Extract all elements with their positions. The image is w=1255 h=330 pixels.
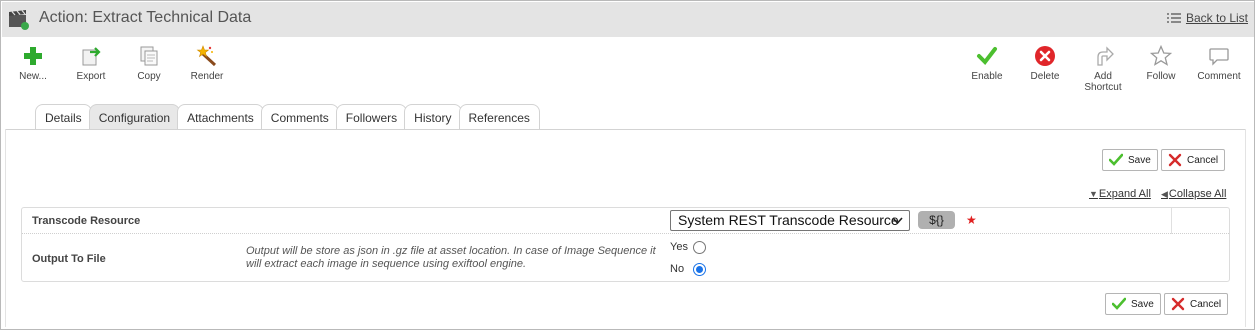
yes-option-label: Yes	[670, 241, 688, 253]
collapse-arrow-icon: ◀	[1161, 189, 1168, 199]
tab-configuration[interactable]: Configuration	[88, 104, 181, 130]
tab-references[interactable]: References	[458, 104, 540, 130]
enable-button[interactable]: Enable	[957, 45, 1017, 82]
export-label: Export	[76, 71, 106, 82]
transcode-resource-select[interactable]: System REST Transcode Resource	[670, 210, 910, 231]
cancel-label: Cancel	[1190, 298, 1222, 310]
expand-arrow-icon: ▼	[1089, 189, 1098, 199]
plus-icon	[24, 47, 42, 65]
title-bar: Action: Extract Technical Data Back to L…	[2, 2, 1254, 37]
add-shortcut-button[interactable]: Add Shortcut	[1073, 45, 1133, 93]
action-clapper-icon	[9, 10, 29, 30]
follow-label: Follow	[1146, 71, 1176, 82]
collapse-all-link[interactable]: ◀Collapse All	[1161, 188, 1226, 200]
configuration-form: Transcode Resource System REST Transcode…	[21, 207, 1230, 282]
collapse-all-label: Collapse All	[1168, 188, 1227, 200]
star-icon	[1150, 45, 1172, 66]
expand-all-label: Expand All	[1098, 188, 1151, 200]
tab-comments[interactable]: Comments	[260, 104, 339, 130]
tab-bar: Details Configuration Attachments Commen…	[35, 104, 540, 130]
expand-all-link[interactable]: ▼Expand All	[1089, 188, 1151, 200]
enable-label: Enable	[971, 71, 1003, 82]
comment-icon	[1209, 48, 1229, 66]
save-button-top[interactable]: Save	[1102, 149, 1158, 171]
list-icon	[1166, 13, 1181, 23]
no-radio[interactable]	[693, 263, 706, 276]
delete-icon	[1035, 46, 1055, 66]
shortcut-icon	[1097, 46, 1114, 66]
back-to-list-link[interactable]: Back to List	[1166, 11, 1248, 25]
tab-followers[interactable]: Followers	[335, 104, 408, 130]
checkmark-icon	[1112, 297, 1126, 310]
tab-divider	[5, 129, 1246, 130]
add-shortcut-label: Add Shortcut	[1084, 71, 1122, 93]
page-frame: Action: Extract Technical Data Back to L…	[0, 0, 1255, 330]
row-divider	[1171, 208, 1172, 234]
tab-details[interactable]: Details	[35, 104, 92, 130]
close-icon	[1171, 297, 1185, 311]
follow-button[interactable]: Follow	[1131, 45, 1191, 82]
save-button-bottom[interactable]: Save	[1105, 293, 1161, 315]
chevron-down-icon	[892, 211, 903, 237]
render-button[interactable]: Render	[177, 45, 237, 82]
save-label: Save	[1131, 298, 1154, 310]
output-to-file-label: Output To File	[32, 253, 106, 265]
cancel-label: Cancel	[1187, 154, 1219, 166]
tab-attachments[interactable]: Attachments	[177, 104, 264, 130]
cancel-button-bottom[interactable]: Cancel	[1164, 293, 1229, 315]
transcode-resource-value: System REST Transcode Resource	[678, 212, 899, 228]
save-label: Save	[1128, 154, 1151, 166]
cancel-button-top[interactable]: Cancel	[1161, 149, 1226, 171]
magic-wand-icon	[196, 45, 217, 67]
export-button[interactable]: Export	[61, 45, 121, 82]
new-label: New...	[19, 71, 47, 82]
checkmark-icon	[1109, 153, 1123, 166]
copy-icon	[140, 46, 158, 66]
no-option-label: No	[670, 263, 685, 275]
variable-button[interactable]: ${}	[918, 211, 955, 229]
copy-button[interactable]: Copy	[119, 45, 179, 82]
delete-label: Delete	[1030, 71, 1060, 82]
export-icon	[82, 47, 101, 66]
yes-radio[interactable]	[693, 241, 706, 254]
comment-button[interactable]: Comment	[1189, 45, 1249, 82]
copy-label: Copy	[137, 71, 161, 82]
page-title: Action: Extract Technical Data	[39, 9, 252, 26]
delete-button[interactable]: Delete	[1015, 45, 1075, 82]
transcode-resource-label: Transcode Resource	[32, 215, 141, 227]
panel-border-left	[5, 129, 6, 327]
render-label: Render	[190, 71, 224, 82]
new-button[interactable]: New...	[3, 45, 63, 82]
transcode-resource-row: Transcode Resource System REST Transcode…	[22, 208, 1229, 234]
close-icon	[1168, 153, 1182, 167]
output-to-file-help: Output will be store as json in .gz file…	[246, 245, 656, 270]
checkmark-icon	[977, 47, 997, 66]
required-star-icon: ★	[966, 213, 977, 227]
back-to-list-label: Back to List	[1185, 11, 1248, 25]
tab-history[interactable]: History	[404, 104, 462, 130]
panel-border-right	[1245, 129, 1246, 327]
comment-label: Comment	[1197, 71, 1241, 82]
